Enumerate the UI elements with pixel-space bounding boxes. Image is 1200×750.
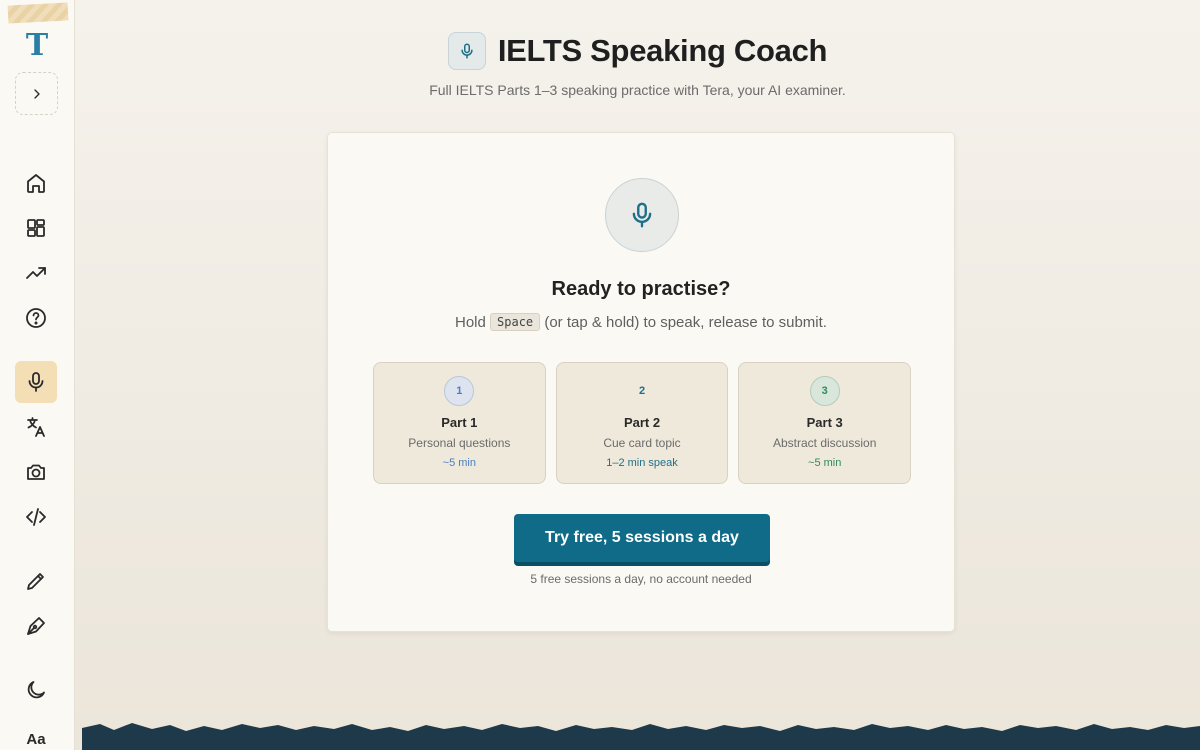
part-card-1[interactable]: 1 Part 1 Personal questions ~5 min — [373, 362, 546, 484]
sidebar-item-translate[interactable] — [15, 406, 57, 448]
grid-icon — [27, 219, 45, 237]
title-row: IELTS Speaking Coach — [75, 32, 1200, 70]
part-name: Part 2 — [623, 415, 661, 430]
part-duration: 1–2 min speak — [606, 457, 678, 469]
tape-decoration — [7, 2, 69, 24]
record-button[interactable] — [605, 178, 679, 252]
sidebar-item-home[interactable] — [15, 162, 57, 204]
mountain-silhouette — [82, 723, 1200, 750]
hint-suffix: (or tap & hold) to speak, release to sub… — [544, 314, 827, 331]
part-number-badge: 2 — [638, 385, 646, 397]
pencil-icon — [27, 573, 44, 590]
part-description: Personal questions — [408, 436, 511, 450]
trending-up-icon — [26, 267, 46, 279]
font-size-toggle[interactable]: Aa — [15, 725, 57, 750]
chevron-right-icon — [33, 88, 40, 99]
moon-icon — [27, 681, 45, 699]
sidebar-item-speaking[interactable] — [15, 361, 57, 403]
try-free-button[interactable]: Try free, 5 sessions a day — [514, 514, 770, 562]
pen-tool-icon — [27, 617, 45, 635]
microphone-icon — [461, 43, 473, 59]
code-icon — [26, 508, 46, 526]
practice-card: Ready to practise? Hold Space (or tap & … — [327, 132, 955, 632]
microphone-icon — [632, 202, 652, 228]
part-card-3[interactable]: 3 Part 3 Abstract discussion ~5 min — [738, 362, 912, 484]
sidebar-item-dashboard[interactable] — [15, 207, 57, 249]
sidebar-item-camera[interactable] — [15, 451, 57, 493]
part-name: Part 3 — [806, 415, 843, 430]
theme-toggle-button[interactable] — [15, 669, 57, 711]
space-key-badge: Space — [490, 313, 541, 331]
title-microphone-badge — [447, 32, 486, 70]
sidebar: T Aa — [0, 0, 75, 750]
part-number-badge: 1 — [444, 376, 475, 406]
page-title: IELTS Speaking Coach — [497, 33, 828, 68]
part-duration: ~5 min — [808, 457, 842, 469]
camera-icon — [27, 464, 45, 480]
hint-prefix: Hold — [455, 314, 486, 331]
part-duration: ~5 min — [442, 457, 476, 469]
sidebar-item-progress[interactable] — [15, 252, 57, 294]
part-card-2[interactable]: 2 Part 2 Cue card topic 1–2 min speak — [555, 362, 729, 484]
sidebar-item-help[interactable] — [15, 297, 57, 339]
sidebar-item-write[interactable] — [15, 560, 57, 602]
sidebar-item-code[interactable] — [15, 496, 57, 538]
cta-note: 5 free sessions a day, no account needed — [530, 572, 752, 586]
microphone-icon — [28, 372, 44, 392]
ready-heading: Ready to practise? — [551, 278, 731, 300]
part-description: Cue card topic — [603, 436, 681, 450]
part-name: Part 1 — [441, 415, 478, 430]
home-icon — [27, 174, 45, 193]
sidebar-item-pen[interactable] — [15, 605, 57, 647]
help-circle-icon — [26, 308, 46, 328]
part-description: Abstract discussion — [772, 436, 877, 450]
parts-list: 1 Part 1 Personal questions ~5 min 2 Par… — [373, 362, 912, 484]
expand-sidebar-button[interactable] — [15, 72, 58, 115]
page-header: IELTS Speaking Coach Full IELTS Parts 1–… — [75, 32, 1200, 98]
app-logo[interactable]: T — [20, 28, 54, 63]
instruction-text: Hold Space (or tap & hold) to speak, rel… — [328, 313, 954, 331]
part-number-badge: 3 — [809, 376, 840, 406]
translate-icon — [27, 417, 45, 437]
page-subtitle: Full IELTS Parts 1–3 speaking practice w… — [429, 82, 846, 98]
